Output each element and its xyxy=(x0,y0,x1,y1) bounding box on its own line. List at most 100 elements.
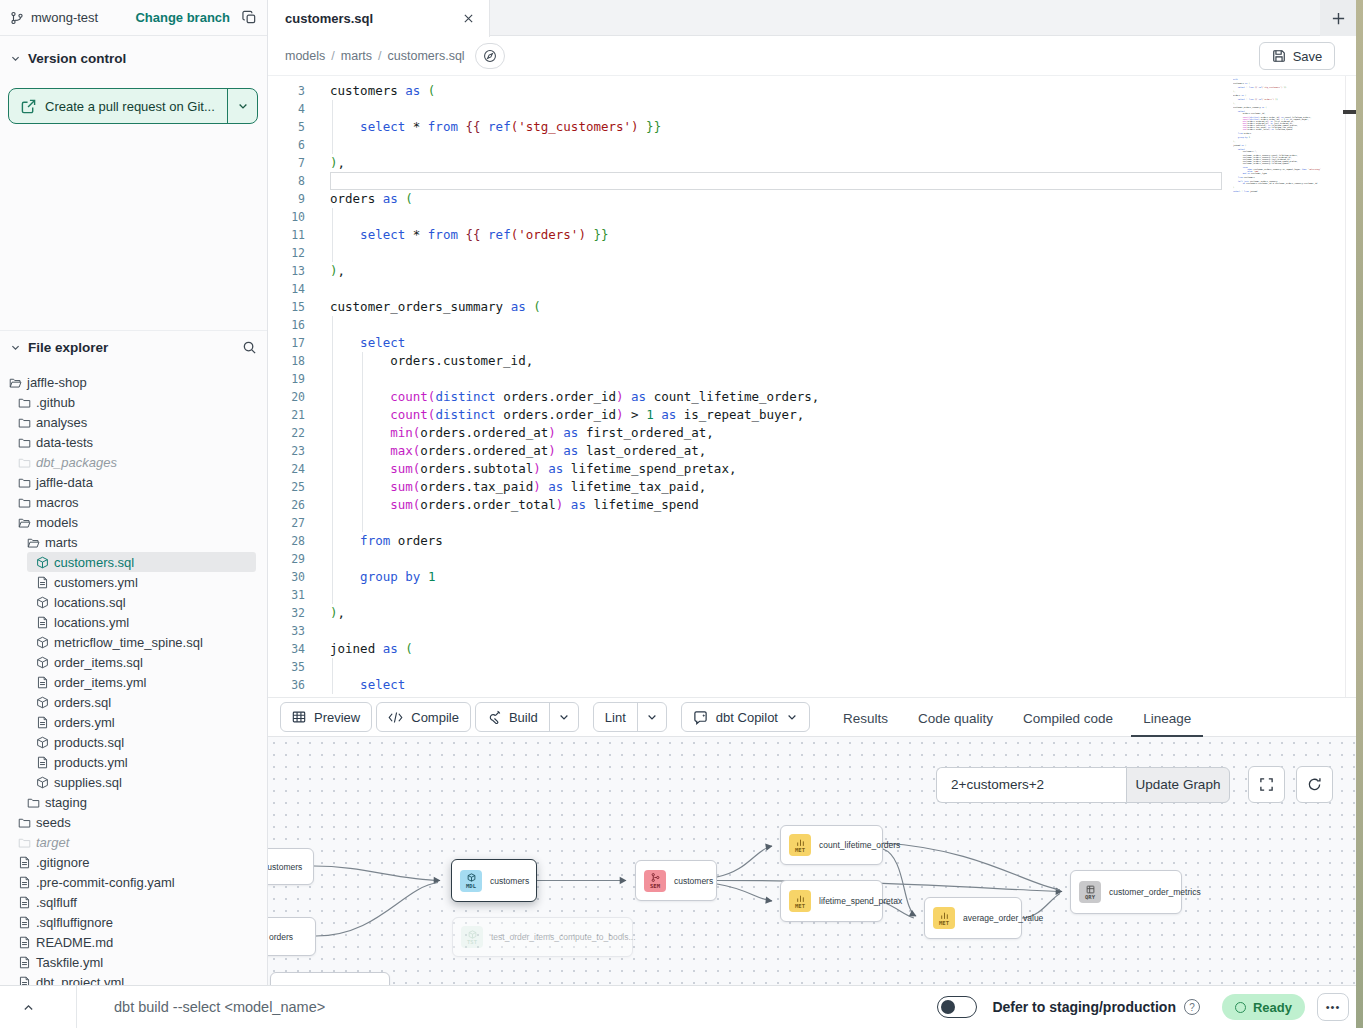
code-line[interactable]: select xyxy=(330,334,405,352)
breadcrumb-item[interactable]: marts xyxy=(341,49,372,63)
file-tree-item-jaffle-data[interactable]: jaffle-data xyxy=(0,472,266,492)
panel-tab-compiled-code[interactable]: Compiled code xyxy=(1011,698,1125,738)
file-tree-item-macros[interactable]: macros xyxy=(0,492,266,512)
minimap[interactable]: withcustomers as ( select * from {{ ref(… xyxy=(1233,78,1333,278)
update-graph-button[interactable]: Update Graph xyxy=(1126,767,1230,803)
file-tree-item-customers-yml[interactable]: customers.yml xyxy=(0,572,266,592)
dbt-copilot-button[interactable]: dbt Copilot xyxy=(681,702,810,732)
help-icon[interactable]: ? xyxy=(1184,999,1200,1015)
code-line[interactable]: orders.customer_id, xyxy=(330,352,533,370)
copy-icon[interactable] xyxy=(242,10,257,25)
defer-toggle[interactable] xyxy=(937,996,977,1018)
create-pr-button[interactable]: Create a pull request on Git... xyxy=(8,88,258,124)
file-tree-item-data-tests[interactable]: data-tests xyxy=(0,432,266,452)
code-line[interactable]: count(distinct orders.order_id) as count… xyxy=(330,388,819,406)
lineage-panel[interactable]: MDLstg_customers MDLorders MDLcustomers TST… xyxy=(268,737,1356,985)
file-tree-item-locations-yml[interactable]: locations.yml xyxy=(0,612,266,632)
code-line[interactable]: ), xyxy=(330,154,345,172)
file-tree-item-supplies-sql[interactable]: supplies.sql xyxy=(0,772,266,792)
panel-tab-code-quality[interactable]: Code quality xyxy=(906,698,1005,738)
code-line[interactable]: joined as ( xyxy=(330,640,413,658)
file-explorer-header[interactable]: File explorer xyxy=(0,337,267,357)
breadcrumb-item[interactable]: models xyxy=(285,49,325,63)
compile-button[interactable]: Compile xyxy=(376,702,471,732)
more-options-button[interactable]: ••• xyxy=(1317,993,1349,1021)
lineage-node-stg_customers[interactable]: MDLstg_customers xyxy=(268,848,314,885)
code-line[interactable]: max(orders.ordered_at) as last_ordered_a… xyxy=(330,442,706,460)
file-tree-item--sqlfluff[interactable]: .sqlfluff xyxy=(0,892,266,912)
lineage-node-customers-semantic[interactable]: SEMcustomers xyxy=(635,860,717,901)
code-line[interactable]: select * from {{ ref('stg_customers') }} xyxy=(330,118,661,136)
lineage-node-customer_order_metrics[interactable]: QRYcustomer_order_metrics xyxy=(1070,870,1182,914)
lineage-node-test-node[interactable]: TSTtest_order_items_compute_to_bools... xyxy=(452,917,633,957)
code-line[interactable]: customer_orders_summary as ( xyxy=(330,298,541,316)
code-line[interactable]: count(distinct orders.order_id) > 1 as i… xyxy=(330,406,804,424)
file-tree-item-models[interactable]: models xyxy=(0,512,266,532)
code-line[interactable]: select xyxy=(330,676,405,694)
version-control-header[interactable]: Version control xyxy=(0,48,267,68)
panel-tab-lineage[interactable]: Lineage xyxy=(1131,698,1203,738)
file-tree-item-metricflow-time-spine-sql[interactable]: metricflow_time_spine.sql xyxy=(0,632,266,652)
code-line[interactable]: from orders xyxy=(330,532,443,550)
navigate-icon-button[interactable] xyxy=(475,43,505,69)
file-tree-item-products-sql[interactable]: products.sql xyxy=(0,732,266,752)
panel-tab-results[interactable]: Results xyxy=(831,698,900,738)
file-tree-item--github[interactable]: .github xyxy=(0,392,266,412)
file-tree-item-readme-md[interactable]: README.md xyxy=(0,932,266,952)
code-line[interactable]: ), xyxy=(330,604,345,622)
code-line[interactable]: sum(orders.order_total) as lifetime_spen… xyxy=(330,496,699,514)
file-tree-item-staging[interactable]: staging xyxy=(0,792,266,812)
close-icon[interactable] xyxy=(462,12,475,25)
file-tree-item-analyses[interactable]: analyses xyxy=(0,412,266,432)
file-tree-item-orders-yml[interactable]: orders.yml xyxy=(0,712,266,732)
file-tree-item-products-yml[interactable]: products.yml xyxy=(0,752,266,772)
create-pr-button-main[interactable]: Create a pull request on Git... xyxy=(9,89,227,123)
code-line[interactable]: select * from {{ ref('orders') }} xyxy=(330,226,609,244)
file-tree-item-seeds[interactable]: seeds xyxy=(0,812,266,832)
code-editor[interactable]: 3456789101112131415161718192021222324252… xyxy=(268,76,1356,697)
file-tree-item-taskfile-yml[interactable]: Taskfile.yml xyxy=(0,952,266,972)
file-tree-item-orders-sql[interactable]: orders.sql xyxy=(0,692,266,712)
save-button[interactable]: Save xyxy=(1259,42,1335,70)
search-icon[interactable] xyxy=(242,340,257,355)
file-tree-item-marts[interactable]: marts xyxy=(0,532,266,552)
code-line[interactable]: ), xyxy=(330,262,345,280)
code-line[interactable]: orders as ( xyxy=(330,190,413,208)
editor-scrollbar[interactable] xyxy=(1345,76,1356,697)
code-line[interactable]: group by 1 xyxy=(330,568,435,586)
preview-button[interactable]: Preview xyxy=(280,702,372,732)
command-input[interactable]: dbt build --select <model_name> xyxy=(114,999,325,1015)
code-line[interactable]: customers as ( xyxy=(330,82,435,100)
refresh-button[interactable] xyxy=(1296,766,1333,803)
file-tree-item-jaffle-shop[interactable]: jaffle-shop xyxy=(0,372,266,392)
code-line[interactable]: sum(orders.subtotal) as lifetime_spend_p… xyxy=(330,460,736,478)
file-tree-item-order-items-yml[interactable]: order_items.yml xyxy=(0,672,266,692)
change-branch-link[interactable]: Change branch xyxy=(135,10,230,25)
file-tree-item--sqlfluffignore[interactable]: .sqlfluffignore xyxy=(0,912,266,932)
lineage-node-lifetime_spend_pretax[interactable]: METlifetime_spend_pretax xyxy=(780,880,883,922)
new-tab-button[interactable] xyxy=(1320,0,1356,36)
file-tree-item-dbt-packages[interactable]: dbt_packages xyxy=(0,452,266,472)
lineage-node-average_order_value[interactable]: METaverage_order_value xyxy=(924,897,1022,939)
lint-button[interactable]: Lint xyxy=(593,702,667,732)
file-tree-item--gitignore[interactable]: .gitignore xyxy=(0,852,266,872)
lineage-node-customers-model[interactable]: MDLcustomers xyxy=(451,859,537,902)
lineage-node-partial-node[interactable] xyxy=(270,972,390,985)
tab-customers-sql[interactable]: customers.sql xyxy=(268,0,490,37)
lineage-node-count_lifetime_orders[interactable]: METcount_lifetime_orders xyxy=(780,825,883,865)
file-tree-item-dbt-project-yml[interactable]: dbt_project.yml xyxy=(0,972,266,985)
file-tree-item-customers-sql[interactable]: customers.sql xyxy=(0,552,266,572)
lineage-filter-input[interactable]: 2+customers+2 xyxy=(936,767,1126,803)
file-tree-item-locations-sql[interactable]: locations.sql xyxy=(0,592,266,612)
lint-dropdown[interactable] xyxy=(637,703,666,731)
lineage-node-orders[interactable]: MDLorders xyxy=(268,917,316,956)
file-tree-item-order-items-sql[interactable]: order_items.sql xyxy=(0,652,266,672)
build-dropdown[interactable] xyxy=(549,703,578,731)
fullscreen-button[interactable] xyxy=(1248,766,1285,803)
build-button[interactable]: Build xyxy=(475,702,579,732)
code-line[interactable]: min(orders.ordered_at) as first_ordered_… xyxy=(330,424,714,442)
create-pr-dropdown[interactable] xyxy=(227,89,257,123)
breadcrumb-item[interactable]: customers.sql xyxy=(388,49,465,63)
file-tree-item-target[interactable]: target xyxy=(0,832,266,852)
file-tree-item--pre-commit-config-yaml[interactable]: .pre-commit-config.yaml xyxy=(0,872,266,892)
